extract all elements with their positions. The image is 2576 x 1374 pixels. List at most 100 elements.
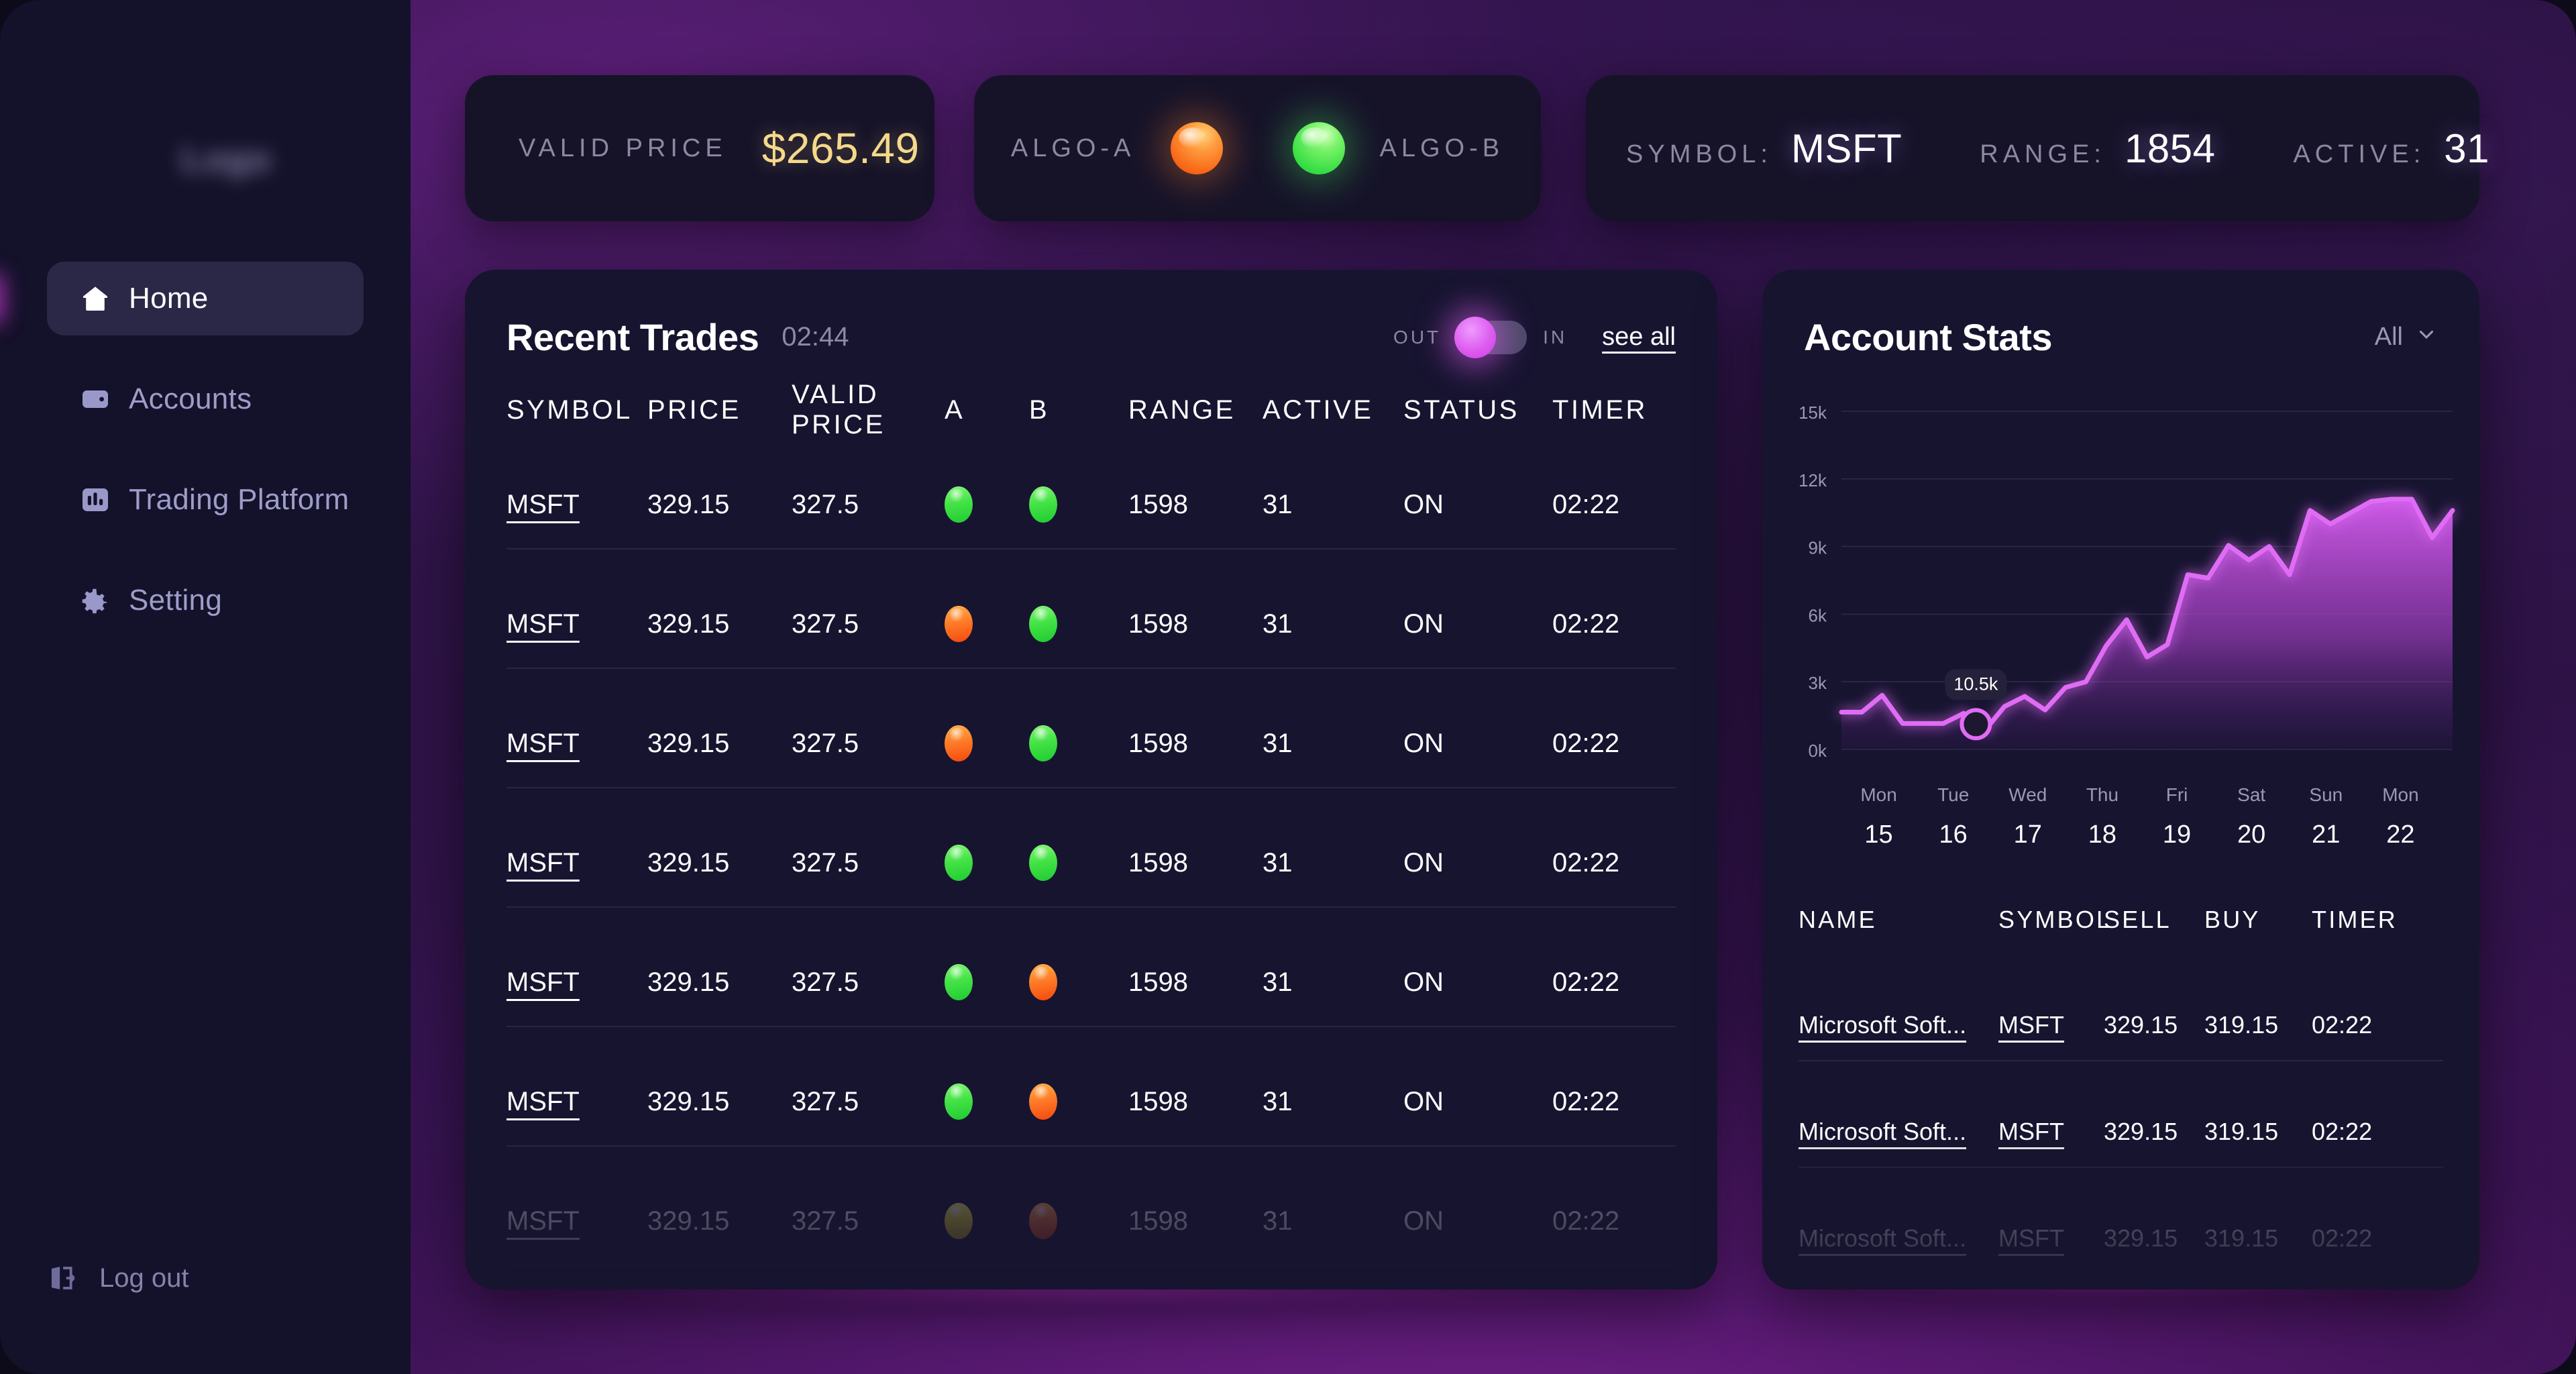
trade-algo-b-indicator bbox=[1029, 1203, 1057, 1239]
sidebar-item-trading-platform[interactable]: Trading Platform bbox=[47, 463, 364, 537]
col-sell: SELL bbox=[2104, 905, 2171, 933]
dashboard-root: Logo Home Accounts Trading Platform Sett… bbox=[0, 0, 2576, 1374]
stats-filter-dropdown[interactable]: All bbox=[2375, 323, 2438, 352]
trade-symbol-link[interactable]: MSFT bbox=[506, 490, 580, 519]
chart-annotation-label: 10.5k bbox=[1953, 674, 1998, 694]
x-tick-date: 18 bbox=[2088, 821, 2117, 849]
trade-symbol-link[interactable]: MSFT bbox=[506, 1087, 580, 1116]
trade-timer: 02:22 bbox=[1552, 609, 1620, 639]
trade-timer: 02:22 bbox=[1552, 847, 1620, 878]
trade-symbol-link[interactable]: MSFT bbox=[506, 967, 580, 997]
y-tick-label: 0k bbox=[1809, 741, 1827, 761]
trade-valid-price: 327.5 bbox=[792, 489, 859, 519]
status-badge: ON bbox=[1403, 967, 1444, 997]
table-row[interactable]: MSFT 329.15 327.5 1598 31 ON 02:22 bbox=[465, 1058, 1717, 1145]
account-stats-panel: Account Stats All 0k 3k 6k 9k 12k 15k 10.5k Mo… bbox=[1762, 270, 2479, 1289]
trade-algo-b-indicator bbox=[1029, 606, 1057, 642]
x-tick-date: 16 bbox=[1939, 821, 1968, 849]
trade-price: 329.15 bbox=[647, 847, 730, 878]
col-symbol: SYMBOL bbox=[1998, 905, 2112, 933]
stats-symbol-link[interactable]: MSFT bbox=[1998, 1118, 2064, 1145]
table-row[interactable]: MSFT 329.15 327.5 1598 31 ON 02:22 bbox=[465, 939, 1717, 1026]
stats-name-link[interactable]: Microsoft Soft... bbox=[1799, 1118, 1966, 1145]
y-tick-label: 15k bbox=[1799, 403, 1827, 423]
trade-price: 329.15 bbox=[647, 489, 730, 519]
sidebar-item-setting[interactable]: Setting bbox=[47, 564, 364, 637]
logo[interactable]: Logo bbox=[126, 119, 327, 200]
col-a: A bbox=[945, 394, 965, 425]
status-badge: ON bbox=[1403, 489, 1444, 519]
trade-price: 329.15 bbox=[647, 1206, 730, 1236]
stats-buy-price: 319.15 bbox=[2204, 1224, 2279, 1252]
trade-timer: 02:22 bbox=[1552, 489, 1620, 519]
symbol-card: SYMBOL: MSFT RANGE: 1854 ACTIVE: 31 bbox=[1586, 75, 2489, 221]
x-tick: Fri 19 bbox=[2140, 784, 2214, 849]
col-symbol: SYMBOL bbox=[506, 394, 633, 425]
stats-buy-price: 319.15 bbox=[2204, 1010, 2279, 1039]
row-divider bbox=[506, 1026, 1676, 1027]
gear-icon bbox=[79, 584, 129, 617]
status-badge: ON bbox=[1403, 1206, 1444, 1236]
trades-timer: 02:44 bbox=[782, 322, 849, 352]
valid-price-card: VALID PRICE $265.49 bbox=[465, 75, 934, 221]
stats-name-link[interactable]: Microsoft Soft... bbox=[1799, 1224, 1966, 1252]
x-tick: Wed 17 bbox=[1990, 784, 2065, 849]
sidebar-item-label: Trading Platform bbox=[129, 483, 350, 516]
stats-symbol-link[interactable]: MSFT bbox=[1998, 1011, 2064, 1039]
algo-card: ALGO-A ALGO-B bbox=[974, 75, 1541, 221]
toggle-knob bbox=[1454, 316, 1497, 358]
trade-symbol-link[interactable]: MSFT bbox=[506, 729, 580, 758]
list-item[interactable]: Microsoft Soft... MSFT 329.15 319.15 02:22 bbox=[1762, 1203, 2479, 1273]
table-row[interactable]: MSFT 329.15 327.5 1598 31 ON 02:22 bbox=[465, 819, 1717, 906]
table-row[interactable]: MSFT 329.15 327.5 1598 31 ON 02:22 bbox=[465, 1177, 1717, 1265]
logout-button[interactable]: Log out bbox=[47, 1263, 189, 1293]
symbol-label: SYMBOL: bbox=[1626, 140, 1772, 168]
toggle-out-label: OUT bbox=[1393, 326, 1442, 348]
area-chart-svg: 0k 3k 6k 9k 12k 15k 10.5k bbox=[1799, 403, 2455, 761]
trade-valid-price: 327.5 bbox=[792, 967, 859, 997]
sidebar-item-accounts[interactable]: Accounts bbox=[47, 362, 364, 436]
stats-symbol-link[interactable]: MSFT bbox=[1998, 1224, 2064, 1252]
row-divider bbox=[1799, 1167, 2443, 1168]
col-b: B bbox=[1029, 394, 1050, 425]
trade-range: 1598 bbox=[1128, 728, 1188, 758]
symbol-value: MSFT bbox=[1790, 125, 1902, 171]
recent-trades-header: Recent Trades 02:44 OUT IN see all bbox=[465, 270, 1717, 359]
see-all-link[interactable]: see all bbox=[1602, 323, 1676, 352]
list-item[interactable]: Microsoft Soft... MSFT 329.15 319.15 02:22 bbox=[1762, 1096, 2479, 1167]
trade-active: 31 bbox=[1263, 609, 1293, 639]
x-tick-date: 19 bbox=[2162, 821, 2192, 849]
trade-algo-b-indicator bbox=[1029, 1084, 1057, 1120]
algo-a-label: ALGO-A bbox=[1010, 134, 1136, 162]
trade-algo-b-indicator bbox=[1029, 486, 1057, 523]
y-tick-label: 9k bbox=[1809, 538, 1827, 558]
trade-symbol-link[interactable]: MSFT bbox=[506, 1206, 580, 1236]
trade-price: 329.15 bbox=[647, 728, 730, 758]
sidebar-nav: Home Accounts Trading Platform Setting bbox=[0, 262, 411, 664]
logo-text: Logo bbox=[181, 140, 272, 179]
table-row[interactable]: MSFT 329.15 327.5 1598 31 ON 02:22 bbox=[465, 700, 1717, 787]
stats-header-row: NAME SYMBOL SELL BUY TIMER bbox=[1799, 884, 2443, 955]
list-item[interactable]: Microsoft Soft... MSFT 329.15 319.15 02:22 bbox=[1762, 990, 2479, 1060]
stats-name-link[interactable]: Microsoft Soft... bbox=[1799, 1011, 1966, 1039]
stats-sell-price: 329.15 bbox=[2104, 1224, 2178, 1252]
sidebar-item-home[interactable]: Home bbox=[47, 262, 364, 335]
symbol-group: SYMBOL: MSFT bbox=[1626, 125, 1902, 172]
stats-table-body: Microsoft Soft... MSFT 329.15 319.15 02:22 Mi… bbox=[1762, 990, 2479, 1289]
x-tick-date: 15 bbox=[1864, 821, 1893, 849]
table-row[interactable]: MSFT 329.15 327.5 1598 31 ON 02:22 bbox=[465, 580, 1717, 668]
trade-symbol-link[interactable]: MSFT bbox=[506, 609, 580, 639]
trade-symbol-link[interactable]: MSFT bbox=[506, 848, 580, 878]
status-badge: ON bbox=[1403, 847, 1444, 878]
col-timer: TIMER bbox=[1552, 394, 1648, 425]
stats-sell-price: 329.15 bbox=[2104, 1010, 2178, 1039]
col-status: STATUS bbox=[1403, 394, 1519, 425]
in-out-toggle[interactable] bbox=[1454, 316, 1527, 358]
stats-buy-price: 319.15 bbox=[2204, 1117, 2279, 1145]
active-group: ACTIVE: 31 bbox=[2293, 125, 2489, 172]
trade-valid-price: 327.5 bbox=[792, 609, 859, 639]
row-divider bbox=[506, 548, 1676, 549]
table-row[interactable]: MSFT 329.15 327.5 1598 31 ON 02:22 bbox=[465, 461, 1717, 548]
trade-algo-a-indicator bbox=[945, 1084, 973, 1120]
active-value: 31 bbox=[2444, 125, 2490, 171]
